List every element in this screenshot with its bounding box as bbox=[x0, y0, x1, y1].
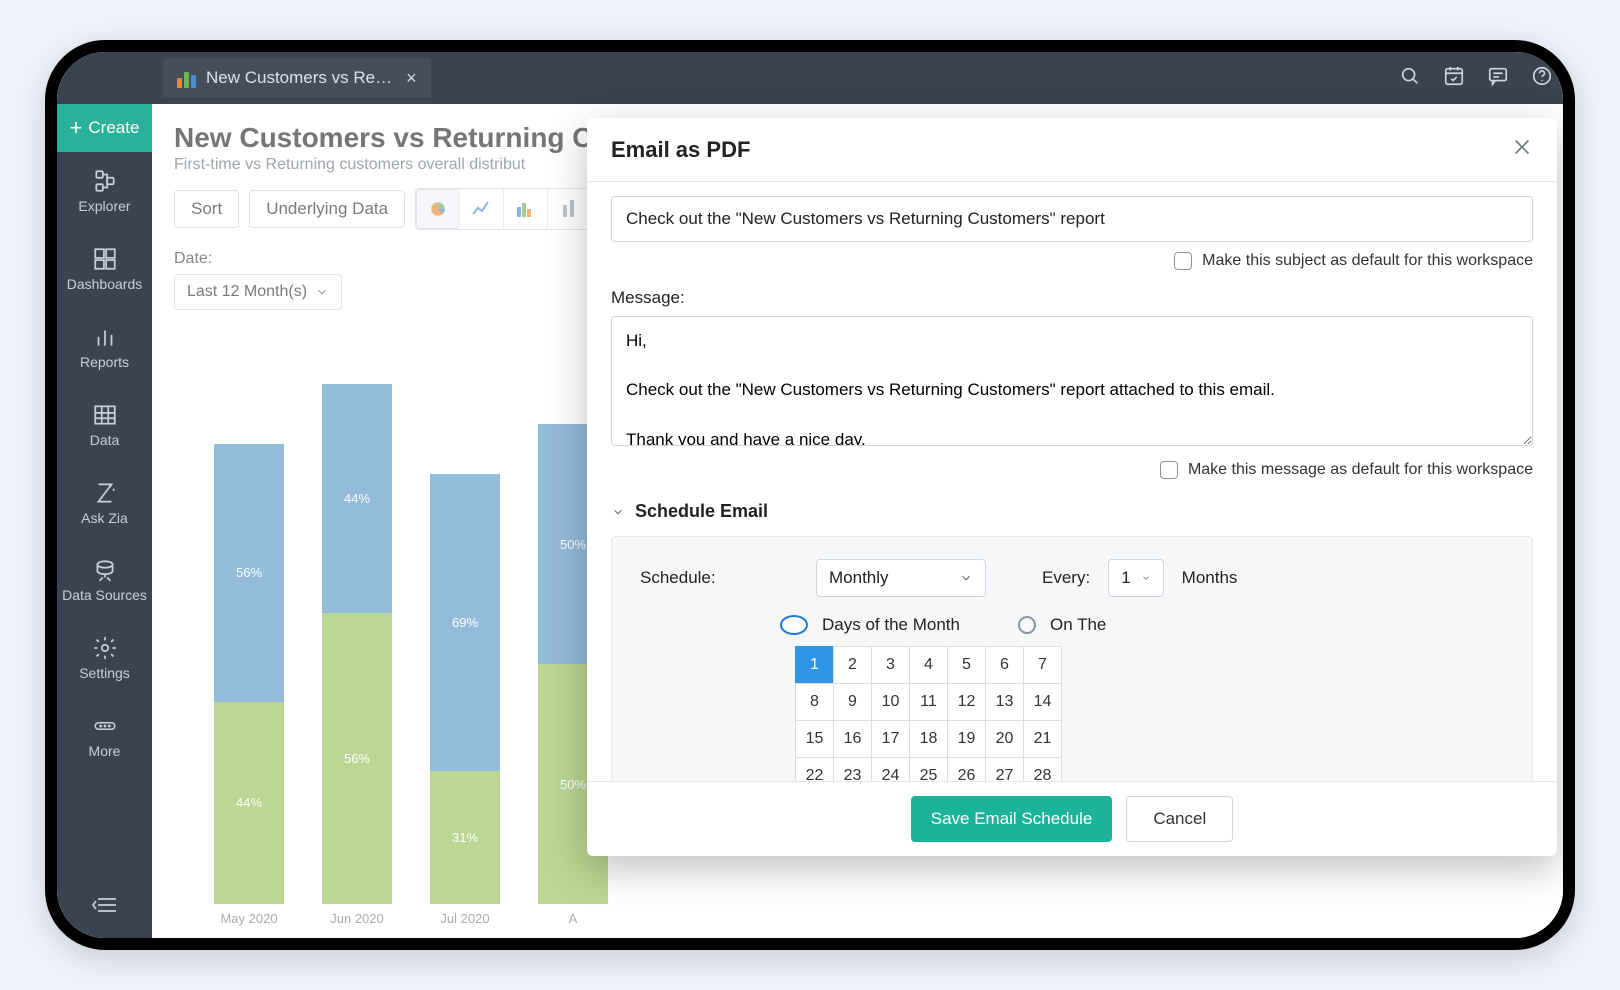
on-the-label: On The bbox=[1050, 615, 1106, 635]
days-of-month-radio[interactable] bbox=[780, 615, 808, 635]
day-cell[interactable]: 9 bbox=[833, 683, 872, 721]
message-default-checkbox[interactable] bbox=[1160, 461, 1178, 479]
sidebar-item-data[interactable]: Data bbox=[57, 386, 152, 464]
day-cell[interactable]: 2 bbox=[833, 646, 872, 684]
day-cell[interactable]: 25 bbox=[909, 757, 948, 781]
comment-icon[interactable] bbox=[1487, 65, 1509, 92]
sidebar-item-more[interactable]: More bbox=[57, 697, 152, 775]
close-icon[interactable] bbox=[1511, 136, 1533, 163]
message-textarea[interactable] bbox=[611, 316, 1533, 446]
day-cell[interactable]: 10 bbox=[871, 683, 910, 721]
email-as-pdf-modal: Email as PDF Make this subject as defaul… bbox=[587, 118, 1557, 856]
every-label: Every: bbox=[1042, 568, 1090, 588]
every-unit-label: Months bbox=[1182, 568, 1238, 588]
sidebar-item-datasources[interactable]: Data Sources bbox=[57, 542, 152, 619]
day-cell[interactable]: 6 bbox=[985, 646, 1024, 684]
on-the-radio[interactable] bbox=[1018, 616, 1036, 634]
plus-icon: + bbox=[70, 115, 83, 141]
every-value-select[interactable]: 1 bbox=[1108, 559, 1163, 597]
day-cell[interactable]: 8 bbox=[795, 683, 834, 721]
create-label: Create bbox=[88, 118, 139, 138]
day-cell[interactable]: 22 bbox=[795, 757, 834, 781]
left-sidebar: + Create Explorer Dashboards Reports bbox=[57, 104, 152, 938]
save-email-schedule-button[interactable]: Save Email Schedule bbox=[911, 796, 1113, 842]
day-cell[interactable]: 4 bbox=[909, 646, 948, 684]
help-icon[interactable] bbox=[1531, 65, 1553, 92]
schedule-panel: Schedule: Monthly Every: 1 bbox=[611, 536, 1533, 781]
day-cell[interactable]: 1 bbox=[795, 646, 834, 684]
day-cell[interactable]: 14 bbox=[1023, 683, 1062, 721]
create-button[interactable]: + Create bbox=[57, 104, 152, 152]
day-cell[interactable]: 21 bbox=[1023, 720, 1062, 758]
day-cell[interactable]: 15 bbox=[795, 720, 834, 758]
day-cell[interactable]: 26 bbox=[947, 757, 986, 781]
day-cell[interactable]: 18 bbox=[909, 720, 948, 758]
app-topbar: New Customers vs Re… × bbox=[57, 52, 1563, 104]
modal-title: Email as PDF bbox=[611, 137, 750, 163]
day-cell[interactable]: 11 bbox=[909, 683, 948, 721]
subject-default-label: Make this subject as default for this wo… bbox=[1202, 252, 1533, 270]
day-cell[interactable]: 7 bbox=[1023, 646, 1062, 684]
cancel-button[interactable]: Cancel bbox=[1126, 796, 1233, 842]
sidebar-item-askzia[interactable]: Ask Zia bbox=[57, 464, 152, 542]
days-of-month-label: Days of the Month bbox=[822, 615, 960, 635]
day-cell[interactable]: 13 bbox=[985, 683, 1024, 721]
day-of-month-grid: 1234567891011121314151617181920212223242… bbox=[796, 647, 1504, 781]
subject-input[interactable] bbox=[611, 196, 1533, 242]
day-cell[interactable]: 12 bbox=[947, 683, 986, 721]
day-cell[interactable]: 28 bbox=[1023, 757, 1062, 781]
sidebar-item-explorer[interactable]: Explorer bbox=[57, 152, 152, 230]
day-cell[interactable]: 16 bbox=[833, 720, 872, 758]
sidebar-item-dashboards[interactable]: Dashboards bbox=[57, 230, 152, 308]
bar-chart-icon bbox=[177, 68, 198, 88]
day-cell[interactable]: 24 bbox=[871, 757, 910, 781]
close-icon[interactable]: × bbox=[406, 68, 417, 89]
message-label: Message: bbox=[611, 288, 1533, 308]
search-icon[interactable] bbox=[1399, 65, 1421, 92]
day-cell[interactable]: 17 bbox=[871, 720, 910, 758]
message-default-label: Make this message as default for this wo… bbox=[1188, 461, 1533, 479]
schedule-email-toggle[interactable]: Schedule Email bbox=[611, 501, 1533, 522]
day-cell[interactable]: 20 bbox=[985, 720, 1024, 758]
sidebar-item-reports[interactable]: Reports bbox=[57, 308, 152, 386]
sidebar-item-settings[interactable]: Settings bbox=[57, 619, 152, 697]
day-cell[interactable]: 3 bbox=[871, 646, 910, 684]
day-cell[interactable]: 5 bbox=[947, 646, 986, 684]
workspace-tab[interactable]: New Customers vs Re… × bbox=[162, 58, 432, 98]
calendar-check-icon[interactable] bbox=[1443, 65, 1465, 92]
collapse-sidebar-icon[interactable] bbox=[92, 881, 118, 938]
day-cell[interactable]: 23 bbox=[833, 757, 872, 781]
tab-title: New Customers vs Re… bbox=[206, 68, 392, 88]
schedule-frequency-select[interactable]: Monthly bbox=[816, 559, 986, 597]
day-cell[interactable]: 19 bbox=[947, 720, 986, 758]
schedule-label: Schedule: bbox=[640, 568, 730, 588]
subject-default-checkbox[interactable] bbox=[1174, 252, 1192, 270]
day-cell[interactable]: 27 bbox=[985, 757, 1024, 781]
